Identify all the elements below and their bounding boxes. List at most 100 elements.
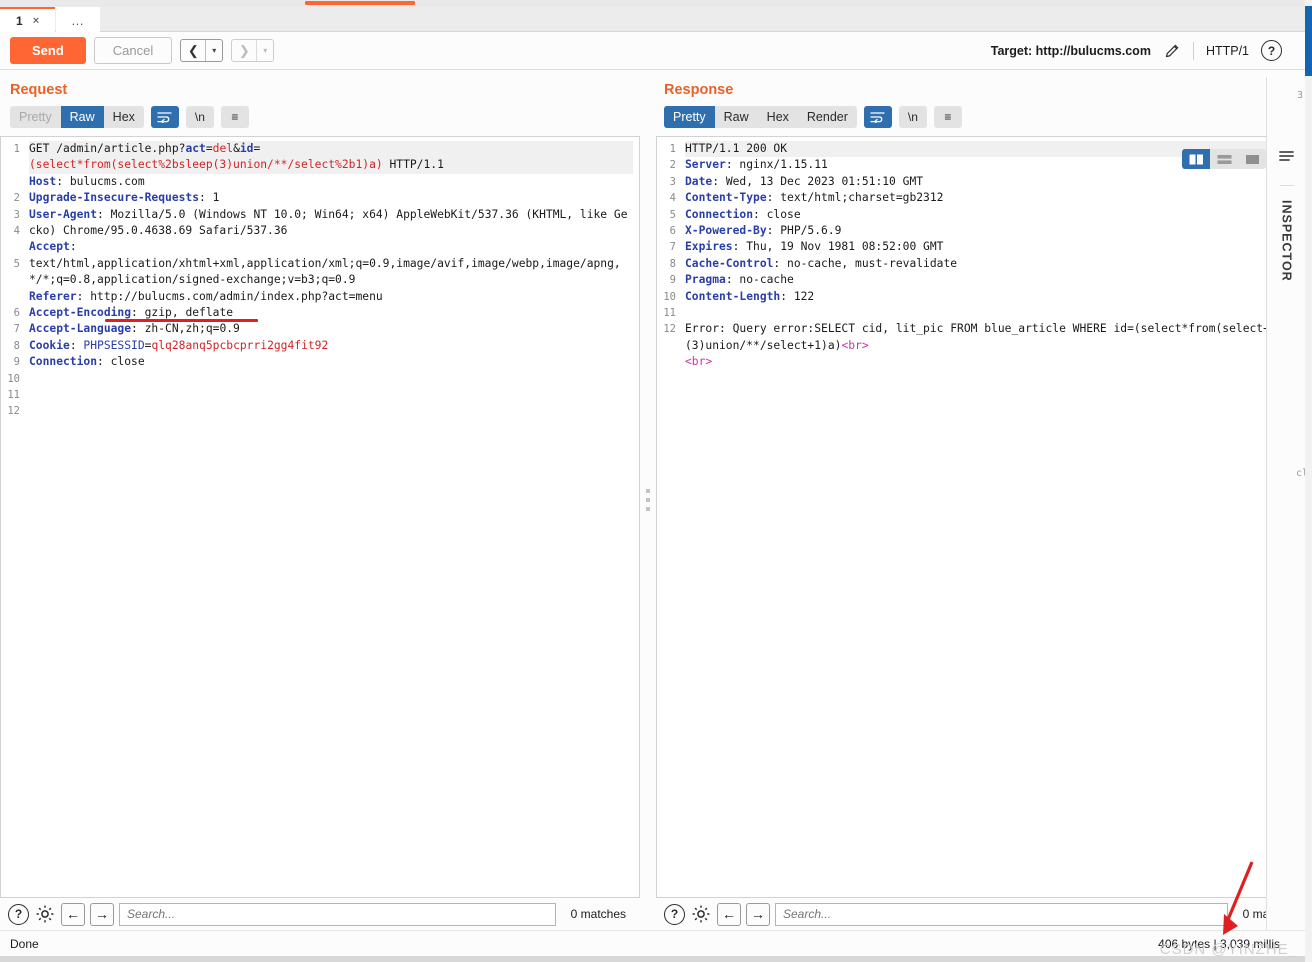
help-icon[interactable]: ? [8, 903, 29, 925]
request-editor[interactable]: 1 2 3 4 5 6 7 8 9 10 11 12 GET /admin/ar [0, 136, 640, 898]
actions-menu-icon[interactable]: ≡ [220, 106, 249, 128]
inspector-lines-icon[interactable] [1278, 150, 1296, 169]
line-number: 11 [7, 388, 20, 401]
response-pane: Response Pretty Raw Hex Render \n ≡ 1 2 … [656, 70, 1312, 930]
search-input[interactable] [775, 902, 1228, 926]
chevron-down-icon[interactable]: ▾ [257, 40, 273, 61]
code-line: Connection: close [685, 207, 801, 221]
find-next-button[interactable]: → [90, 902, 114, 926]
pencil-icon[interactable] [1163, 42, 1181, 60]
cancel-button[interactable]: Cancel [93, 37, 173, 64]
code-line: Pragma: no-cache [685, 273, 794, 287]
request-pane: Request Pretty Raw Hex \n ≡ 1 2 3 4 5 6 … [0, 70, 640, 930]
scrollbar-thumb[interactable] [1305, 6, 1312, 76]
repeater-body: Request Pretty Raw Hex \n ≡ 1 2 3 4 5 6 … [0, 70, 1312, 930]
tab-request-hex[interactable]: Hex [104, 106, 144, 128]
inspector-label: INSPECTOR [1279, 185, 1294, 282]
back-arrow-icon[interactable]: ❮ [181, 40, 205, 61]
code-line: Content-Type: text/html;charset=gb2312 [685, 191, 944, 205]
help-icon[interactable]: ? [1261, 40, 1282, 61]
code-line: Accept: text/html,application/xhtml+xml,… [29, 240, 621, 287]
line-number: 12 [663, 323, 676, 336]
status-left-text: Done [10, 936, 39, 951]
show-newlines-icon[interactable]: \n [185, 106, 214, 128]
code-line: Expires: Thu, 19 Nov 1981 08:52:00 GMT [685, 240, 944, 254]
request-title: Request [10, 82, 68, 98]
line-number: 6 [669, 224, 676, 237]
layout-toggle-group [1182, 149, 1266, 169]
tab-response-pretty[interactable]: Pretty [664, 106, 715, 128]
repeater-tab-1[interactable]: 1 × [0, 7, 55, 32]
tab-request-pretty[interactable]: Pretty [10, 106, 61, 128]
find-previous-button[interactable]: ← [717, 902, 741, 926]
back-split-button[interactable]: ❮ ▾ [180, 39, 224, 62]
request-find-bar: ? ← → 0 matches [0, 898, 640, 930]
page-scrollbar[interactable] [1305, 0, 1312, 962]
code-line: Referer: http://bulucms.com/admin/index.… [29, 289, 383, 303]
search-input[interactable] [119, 902, 556, 926]
code-line: Cookie: PHPSESSID=qlq28anq5pcbcprri2gg4f… [29, 338, 329, 352]
repeater-tab-more-label: … [71, 13, 85, 28]
repeater-tab-1-label: 1 [16, 13, 23, 28]
find-next-button[interactable]: → [746, 902, 770, 926]
inspector-rail[interactable]: INSPECTOR [1266, 77, 1306, 930]
line-number: 11 [663, 306, 676, 319]
gear-icon[interactable] [34, 903, 56, 925]
request-line-numbers: 1 2 3 4 5 6 7 8 9 10 11 12 [1, 137, 23, 897]
chevron-down-icon[interactable]: ▾ [206, 40, 222, 61]
forward-arrow-icon[interactable]: ❯ [232, 40, 256, 61]
line-number: 10 [7, 372, 20, 385]
repeater-window: 1 × … Send Cancel ❮ ▾ ❯ ▾ Target: http:/… [0, 0, 1312, 962]
line-number: 5 [669, 208, 676, 221]
actions-menu-icon[interactable]: ≡ [933, 106, 962, 128]
line-number: 3 [13, 208, 20, 221]
repeater-tab-more[interactable]: … [56, 7, 100, 32]
help-icon[interactable]: ? [664, 903, 685, 925]
code-line: Error: Query error:SELECT cid, lit_pic F… [685, 322, 1304, 369]
request-match-count: 0 matches [570, 907, 626, 921]
line-number: 8 [669, 257, 676, 270]
http-version-label[interactable]: HTTP/1 [1206, 44, 1249, 58]
close-icon[interactable]: × [33, 15, 39, 27]
line-number: 8 [13, 339, 20, 352]
wrap-lines-icon[interactable] [863, 106, 892, 128]
repeater-tab-row: 1 × … [0, 7, 1312, 32]
target-area: Target: http://bulucms.com HTTP/1 ? [991, 40, 1302, 61]
line-number: 9 [669, 274, 676, 287]
watermark: CSDN @YINZHE_ [1159, 941, 1298, 958]
layout-stacked-button[interactable] [1210, 149, 1238, 169]
show-newlines-icon[interactable]: \n [898, 106, 927, 128]
red-underline-annotation [105, 319, 258, 322]
code-line: User-Agent: Mozilla/5.0 (Windows NT 10.0… [29, 207, 628, 238]
pane-drag-handle[interactable] [640, 70, 656, 930]
active-tool-underline [305, 1, 415, 5]
tab-response-raw[interactable]: Raw [715, 106, 758, 128]
request-tabs-row: Pretty Raw Hex \n ≡ [0, 104, 640, 136]
layout-side-by-side-button[interactable] [1182, 149, 1210, 169]
divider [1192, 41, 1194, 60]
line-number: 3 [669, 175, 676, 188]
target-label: Target: http://bulucms.com [990, 43, 1151, 58]
layout-single-button[interactable] [1238, 149, 1266, 169]
tab-request-raw[interactable]: Raw [60, 106, 104, 128]
tab-response-hex[interactable]: Hex [758, 106, 798, 128]
code-line: Host: bulucms.com [29, 174, 145, 188]
find-previous-button[interactable]: ← [61, 902, 85, 926]
request-raw-text[interactable]: GET /admin/article.php?act=del&id= (sele… [23, 137, 639, 897]
response-editor[interactable]: 1 2 3 4 5 6 7 8 9 10 11 12 HTTP/1.1 200 … [656, 136, 1312, 898]
send-button[interactable]: Send [10, 37, 86, 64]
gear-icon[interactable] [690, 903, 712, 925]
response-tabs-row: Pretty Raw Hex Render \n ≡ [656, 104, 1312, 136]
tab-response-render[interactable]: Render [798, 106, 857, 128]
line-number: 2 [669, 159, 676, 172]
response-pretty-text[interactable]: HTTP/1.1 200 OK Server: nginx/1.15.11 Da… [679, 137, 1311, 897]
repeater-toolbar: Send Cancel ❮ ▾ ❯ ▾ Target: http://buluc… [0, 32, 1312, 70]
forward-split-button[interactable]: ❯ ▾ [231, 39, 275, 62]
line-number: 7 [669, 241, 676, 254]
wrap-lines-icon[interactable] [150, 106, 179, 128]
code-line: GET /admin/article.php?act=del&id= (sele… [29, 141, 633, 174]
line-number: 5 [13, 257, 20, 270]
